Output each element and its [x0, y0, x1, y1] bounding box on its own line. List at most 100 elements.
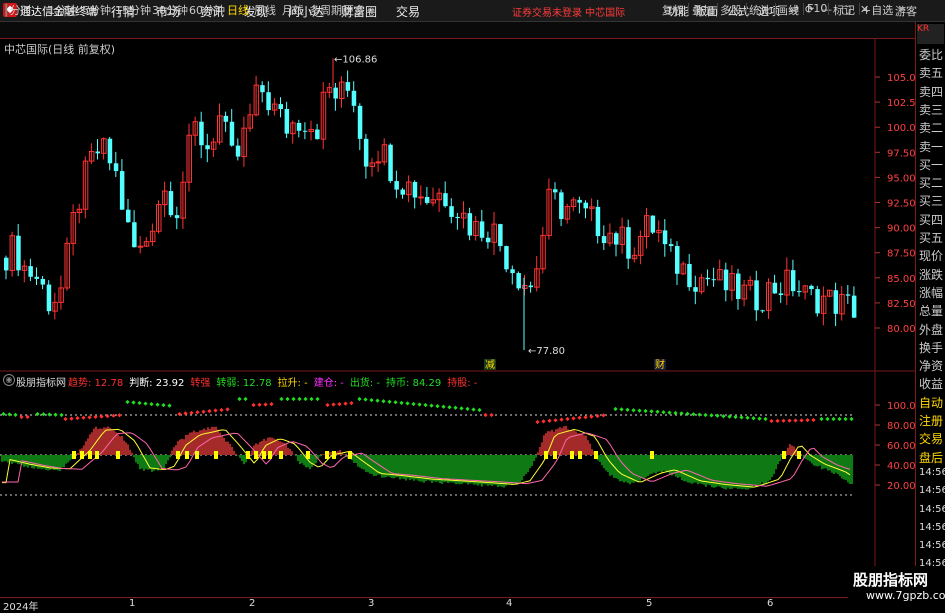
side-panel-item[interactable]: 14:56 — [919, 504, 945, 515]
toggle-panel-icon[interactable]: ▸ — [900, 2, 906, 15]
period-tab-15min[interactable]: 15分钟 — [115, 2, 151, 18]
trend-dot — [811, 417, 816, 423]
trend-dot — [477, 407, 482, 413]
period-tab-5min[interactable]: 5分钟 — [82, 2, 111, 18]
trend-dot — [559, 417, 564, 422]
side-panel-item[interactable]: 涨幅 — [919, 284, 943, 301]
signal-square — [544, 451, 548, 459]
side-panel-item[interactable]: 买一 — [919, 156, 943, 173]
trend-dot — [75, 416, 80, 421]
candle-body-down — [345, 82, 351, 91]
candle-body-down — [504, 246, 509, 270]
divider — [746, 3, 747, 15]
candle-body-down — [809, 285, 814, 290]
trend-dot — [583, 415, 588, 420]
side-panel-item[interactable]: 注册 — [919, 412, 943, 429]
side-panel-item[interactable]: 净资 — [919, 357, 943, 374]
side-panel-item[interactable]: 涨跌 — [919, 266, 943, 283]
candle-body-down — [449, 206, 454, 217]
side-panel-item[interactable]: 卖三 — [919, 101, 943, 118]
period-tab-1min[interactable]: 1分钟 — [48, 2, 77, 18]
tool-draw[interactable]: 画线 — [777, 2, 799, 18]
side-panel-item[interactable]: 外盘 — [919, 321, 943, 338]
indicator-item: 转弱: 12.78 — [216, 378, 272, 389]
date-label-feb: 2 — [249, 598, 256, 609]
candle-body-down — [760, 310, 765, 312]
side-panel-item[interactable]: 换手 — [919, 339, 943, 356]
tool-mark[interactable]: 标记 — [833, 2, 855, 18]
divider — [803, 3, 804, 15]
signal-square — [578, 451, 582, 459]
side-panel-item[interactable]: 卖二 — [919, 119, 943, 136]
side-panel-item[interactable]: 收益 — [919, 375, 943, 392]
candle-body-down — [95, 151, 100, 154]
candle-body-down — [601, 236, 607, 244]
signal-square — [214, 451, 218, 459]
side-panel-item[interactable]: 现价 — [919, 247, 943, 264]
trend-dot — [739, 415, 744, 420]
trend-dot — [349, 401, 354, 406]
period-tab-weekly[interactable]: 周线 — [254, 2, 276, 18]
menu-trade[interactable]: 交易 — [396, 3, 420, 20]
trend-dot — [195, 410, 200, 415]
trend-dot — [19, 414, 24, 420]
watermark-title: 股朋指标网 — [853, 571, 929, 589]
side-panel-item[interactable]: 买二 — [919, 174, 943, 191]
period-tab-60min[interactable]: 60分钟 — [189, 2, 225, 18]
side-panel-item[interactable]: 自动 — [919, 394, 943, 411]
trend-dot — [751, 416, 756, 421]
market-badge[interactable]: KR — [917, 24, 944, 44]
side-panel-item[interactable]: 卖四 — [919, 83, 943, 100]
tool-multi-stock[interactable]: 多股 — [720, 2, 742, 18]
signal-square — [570, 451, 574, 459]
tool-stats[interactable]: 统计 — [749, 2, 771, 18]
guest-label[interactable]: 游客 — [895, 3, 917, 19]
signal-square — [185, 451, 189, 459]
side-panel-item[interactable]: 14:56 — [919, 540, 945, 551]
side-panel-item[interactable]: 14:56 — [919, 485, 945, 496]
period-tab-more[interactable]: 更多 › — [343, 2, 373, 18]
trend-dot — [189, 410, 194, 415]
side-panel-item[interactable]: 交易 — [919, 430, 943, 447]
y-tick-label: 90.00 — [887, 224, 915, 235]
side-panel-item[interactable]: 总量 — [919, 302, 943, 319]
chevron-right-icon: › — [365, 4, 373, 17]
side-panel-item[interactable]: 盘后 — [919, 449, 943, 466]
trend-dot — [459, 406, 464, 411]
side-panel-item[interactable]: 卖一 — [919, 138, 943, 155]
candle-body-down — [34, 276, 39, 279]
period-tab-monthly[interactable]: 月线 — [282, 2, 304, 18]
trend-dot — [655, 409, 660, 414]
candle-body-down — [614, 233, 619, 245]
candle-body-down — [650, 215, 656, 233]
candle-body-down — [577, 199, 582, 203]
tool-adjust[interactable]: 复权 — [662, 2, 684, 18]
trend-dot — [41, 412, 46, 417]
period-tab-30min[interactable]: 30分钟 — [152, 2, 188, 18]
indicator-item: 趋势: 12.78 — [68, 378, 124, 389]
side-panel-item[interactable]: 卖五 — [919, 64, 943, 81]
trend-dot — [213, 408, 218, 413]
trend-dot — [831, 416, 836, 422]
side-panel-item[interactable]: 买五 — [919, 229, 943, 246]
tool-f10[interactable]: F10 — [807, 2, 827, 15]
indicator-name[interactable]: 股朋指标网 — [16, 374, 66, 389]
indicator-values: 趋势: 12.78 判断: 23.92 转强 转弱: 12.78 拉升: - 建仓: - 出… — [68, 374, 483, 389]
side-panel-item[interactable]: 买四 — [919, 211, 943, 228]
side-panel-item[interactable]: 委比 — [919, 46, 943, 63]
divider — [717, 3, 718, 15]
side-panel-item[interactable]: 14:56 — [919, 467, 945, 478]
side-panel-item[interactable]: 14:56 — [919, 522, 945, 533]
tool-add-favorite[interactable]: +自选 — [862, 2, 893, 18]
candle-body-down — [284, 108, 290, 134]
login-notice[interactable]: 证券交易未登录 中芯国际 — [512, 4, 625, 19]
event-marker-finance: 财 — [655, 358, 665, 371]
period-tab-multi[interactable]: 多周期 — [309, 2, 342, 18]
settings-icon[interactable]: ◉ — [3, 374, 15, 386]
side-panel-item[interactable]: 买三 — [919, 192, 943, 209]
trend-dot — [571, 416, 576, 421]
kline-chart[interactable]: 105.0 102.5 100.0 97.50 95.00 92.50 90.00 87.50… — [0, 38, 915, 597]
period-tab-timeshare[interactable]: ┃分时 — [3, 2, 32, 18]
tool-overlay[interactable]: 叠加 — [692, 2, 714, 18]
period-tab-daily[interactable]: 日线 — [227, 2, 249, 18]
